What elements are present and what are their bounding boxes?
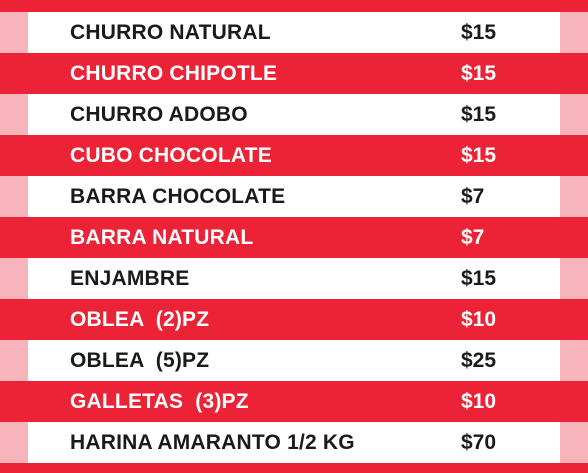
price-list: CHURRO NATURAL $15 CHURRO CHIPOTLE $15 C…: [0, 0, 588, 473]
row-edge: [560, 94, 588, 135]
item-price: $7: [461, 226, 485, 249]
item-price: $10: [461, 390, 497, 413]
row-edge: [0, 12, 28, 53]
list-item: CUBO CHOCOLATE $15: [0, 135, 588, 176]
item-name: OBLEA (5)PZ: [70, 349, 210, 372]
row-edge: [0, 94, 28, 135]
row-edge: [560, 53, 588, 94]
row-edge: [0, 299, 28, 340]
row-edge: [0, 217, 28, 258]
row-edge: [0, 53, 28, 94]
row-edge: [560, 381, 588, 422]
item-name: CHURRO ADOBO: [70, 103, 248, 126]
row-edge: [560, 422, 588, 463]
row-edge: [0, 422, 28, 463]
row-edge: [0, 381, 28, 422]
list-item: CHURRO NATURAL $15: [0, 12, 588, 53]
row-edge: [560, 258, 588, 299]
item-price: $7: [461, 185, 485, 208]
item-name: CHURRO CHIPOTLE: [70, 62, 278, 85]
row-edge: [0, 258, 28, 299]
row-edge: [560, 299, 588, 340]
list-item: HARINA AMARANTO 1/2 KG $70: [0, 422, 588, 463]
list-item: BARRA CHOCOLATE $7: [0, 176, 588, 217]
list-item: BARRA NATURAL $7: [0, 217, 588, 258]
list-item: OBLEA (5)PZ $25: [0, 340, 588, 381]
list-item: ENJAMBRE $15: [0, 258, 588, 299]
item-price: $15: [461, 103, 497, 126]
row-edge: [0, 340, 28, 381]
top-border: [0, 0, 588, 12]
row-edge: [560, 176, 588, 217]
row-edge: [560, 135, 588, 176]
item-price: $25: [461, 349, 497, 372]
row-edge: [560, 12, 588, 53]
item-name: CHURRO NATURAL: [70, 21, 271, 44]
item-name: BARRA CHOCOLATE: [70, 185, 286, 208]
row-edge: [560, 217, 588, 258]
item-name: HARINA AMARANTO 1/2 KG: [70, 431, 355, 454]
item-name: GALLETAS (3)PZ: [70, 390, 249, 413]
item-price: $70: [461, 431, 497, 454]
item-price: $15: [461, 144, 497, 167]
row-edge: [0, 135, 28, 176]
list-item: CHURRO CHIPOTLE $15: [0, 53, 588, 94]
bottom-border: [0, 463, 588, 473]
list-item: CHURRO ADOBO $15: [0, 94, 588, 135]
item-name: OBLEA (2)PZ: [70, 308, 210, 331]
item-name: CUBO CHOCOLATE: [70, 144, 272, 167]
item-price: $15: [461, 62, 497, 85]
item-name: BARRA NATURAL: [70, 226, 254, 249]
list-item: GALLETAS (3)PZ $10: [0, 381, 588, 422]
row-edge: [0, 176, 28, 217]
row-edge: [560, 340, 588, 381]
item-price: $15: [461, 21, 497, 44]
item-price: $10: [461, 308, 497, 331]
item-name: ENJAMBRE: [70, 267, 190, 290]
list-item: OBLEA (2)PZ $10: [0, 299, 588, 340]
item-price: $15: [461, 267, 497, 290]
